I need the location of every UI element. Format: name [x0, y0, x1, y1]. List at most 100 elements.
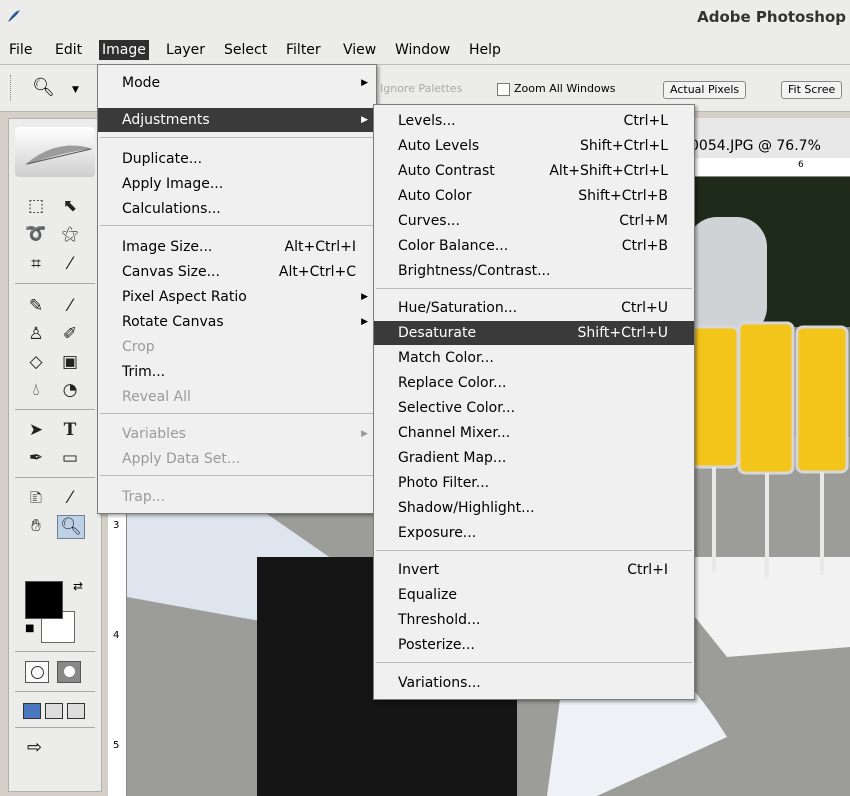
toolbox: ⬚ ⬉ ➰ ⚝ ⌗ ⁄ ✎ ⁄ ♙ ✐ ◇ ▣ 💧︎ ◔ ➤ T ✒ ▭ 🗈 ⁄… [8, 118, 102, 792]
menu-item-pixel-aspect-ratio[interactable]: Pixel Aspect Ratio ▶ [98, 285, 376, 309]
swap-colors-icon[interactable]: ⇄ [73, 579, 83, 593]
ruler-mark: 4 [113, 630, 120, 641]
menu-select[interactable]: Select [221, 40, 270, 60]
menu-item-duplicate[interactable]: Duplicate... [98, 147, 376, 171]
notes-tool-icon[interactable]: 🗈 [23, 487, 49, 509]
crop-tool-icon[interactable]: ⌗ [23, 253, 49, 275]
submenu-arrow-icon: ▶ [361, 317, 368, 327]
clone-stamp-tool-icon[interactable]: ♙ [23, 323, 49, 345]
feather-logo-icon [25, 145, 93, 165]
zoom-tool-preset-icon[interactable]: 🔍︎ [32, 77, 55, 98]
full-screen-mode-icon[interactable] [67, 703, 85, 719]
menu-item-desaturate[interactable]: Desaturate Shift+Ctrl+U [374, 321, 694, 345]
menu-edit[interactable]: Edit [52, 40, 85, 60]
adjustments-submenu: Levels... Ctrl+L Auto Levels Shift+Ctrl+L … [373, 104, 695, 700]
title-bar: Adobe Photoshop [0, 0, 850, 34]
ignore-palettes-label: Ignore Palettes [380, 82, 463, 95]
menu-separator [376, 662, 692, 663]
menu-item-variations[interactable]: Variations... [374, 671, 694, 695]
menu-separator [100, 225, 374, 226]
jump-to-imageready-icon[interactable]: ⇨ [27, 737, 42, 758]
fit-screen-button[interactable]: Fit Scree [781, 81, 843, 99]
menu-item-gradient-map[interactable]: Gradient Map... [374, 446, 694, 470]
ruler-mark: 6 [798, 160, 804, 170]
blur-tool-icon[interactable]: 💧︎ [23, 379, 49, 401]
menu-item-shadow-highlight[interactable]: Shadow/Highlight... [374, 496, 694, 520]
tool-separator [15, 727, 95, 728]
menu-item-invert[interactable]: Invert Ctrl+I [374, 558, 694, 582]
menu-item-hue-saturation[interactable]: Hue/Saturation... Ctrl+U [374, 296, 694, 320]
menu-item-threshold[interactable]: Threshold... [374, 608, 694, 632]
menu-file[interactable]: File [6, 40, 35, 60]
menu-item-auto-contrast[interactable]: Auto Contrast Alt+Shift+Ctrl+L [374, 159, 694, 183]
brush-tool-icon[interactable]: ⁄ [57, 295, 83, 317]
menu-item-posterize[interactable]: Posterize... [374, 633, 694, 657]
menu-item-apply-image[interactable]: Apply Image... [98, 172, 376, 196]
healing-brush-tool-icon[interactable]: ✎ [23, 295, 49, 317]
standard-screen-mode-icon[interactable] [23, 703, 41, 719]
menu-item-photo-filter[interactable]: Photo Filter... [374, 471, 694, 495]
menu-item-replace-color[interactable]: Replace Color... [374, 371, 694, 395]
zoom-all-windows-checkbox[interactable] [497, 83, 510, 96]
preset-dropdown-arrow-icon[interactable]: ▼ [72, 85, 79, 95]
pen-tool-icon[interactable]: ✒ [23, 447, 49, 469]
menu-help[interactable]: Help [466, 40, 504, 60]
quick-mask-mode-icon[interactable] [57, 661, 81, 683]
slice-tool-icon[interactable]: ⁄ [57, 253, 83, 275]
actual-pixels-button[interactable]: Actual Pixels [663, 81, 747, 99]
menu-view[interactable]: View [340, 40, 379, 60]
menu-item-equalize[interactable]: Equalize [374, 583, 694, 607]
menu-layer[interactable]: Layer [163, 40, 208, 60]
menu-item-exposure[interactable]: Exposure... [374, 521, 694, 545]
menu-window[interactable]: Window [392, 40, 453, 60]
zoom-all-windows-label: Zoom All Windows [514, 82, 616, 95]
shape-tool-icon[interactable]: ▭ [57, 447, 83, 469]
move-tool-icon[interactable]: ⬉ [57, 195, 83, 217]
magic-wand-tool-icon[interactable]: ⚝ [57, 223, 83, 245]
tool-separator [15, 283, 95, 284]
menu-item-canvas-size[interactable]: Canvas Size... Alt+Ctrl+C [98, 260, 376, 284]
menu-item-calculations[interactable]: Calculations... [98, 197, 376, 221]
standard-mode-icon[interactable] [25, 661, 49, 683]
menu-item-auto-levels[interactable]: Auto Levels Shift+Ctrl+L [374, 134, 694, 158]
zoom-tool-icon[interactable]: 🔍︎ [57, 515, 85, 539]
menu-item-image-size[interactable]: Image Size... Alt+Ctrl+I [98, 235, 376, 259]
history-brush-tool-icon[interactable]: ✐ [57, 323, 83, 345]
marquee-tool-icon[interactable]: ⬚ [23, 195, 49, 217]
foreground-color-swatch[interactable] [25, 581, 63, 619]
menu-item-color-balance[interactable]: Color Balance... Ctrl+B [374, 234, 694, 258]
menu-item-channel-mixer[interactable]: Channel Mixer... [374, 421, 694, 445]
menu-item-levels[interactable]: Levels... Ctrl+L [374, 109, 694, 133]
menu-item-match-color[interactable]: Match Color... [374, 346, 694, 370]
path-selection-tool-icon[interactable]: ➤ [23, 419, 49, 441]
menu-filter[interactable]: Filter [283, 40, 324, 60]
gradient-tool-icon[interactable]: ▣ [57, 351, 83, 373]
menu-item-selective-color[interactable]: Selective Color... [374, 396, 694, 420]
type-tool-icon[interactable]: T [57, 419, 83, 441]
submenu-arrow-icon: ▶ [361, 429, 368, 439]
menu-item-adjustments[interactable]: Adjustments ▶ [98, 108, 376, 132]
default-colors-icon[interactable]: ■ [25, 623, 34, 634]
lasso-tool-icon[interactable]: ➰ [23, 223, 49, 245]
eyedropper-tool-icon[interactable]: ⁄ [57, 487, 83, 509]
eraser-tool-icon[interactable]: ◇ [23, 351, 49, 373]
tool-separator [15, 691, 95, 692]
menu-item-curves[interactable]: Curves... Ctrl+M [374, 209, 694, 233]
menu-separator [376, 550, 692, 551]
menu-item-variables: Variables ▶ [98, 422, 376, 446]
tool-separator [15, 477, 95, 478]
menu-item-brightness-contrast[interactable]: Brightness/Contrast... [374, 259, 694, 283]
full-screen-menu-mode-icon[interactable] [45, 703, 63, 719]
options-grip[interactable] [10, 75, 13, 101]
submenu-arrow-icon: ▶ [361, 292, 368, 302]
menu-item-auto-color[interactable]: Auto Color Shift+Ctrl+B [374, 184, 694, 208]
photoshop-feather-icon [8, 10, 20, 22]
hand-tool-icon[interactable]: ✋︎ [23, 515, 49, 537]
menu-item-rotate-canvas[interactable]: Rotate Canvas ▶ [98, 310, 376, 334]
menu-item-trim[interactable]: Trim... [98, 360, 376, 384]
dodge-tool-icon[interactable]: ◔ [57, 379, 83, 401]
menu-image[interactable]: Image [99, 40, 149, 60]
ruler-mark: 3 [113, 520, 120, 531]
menu-item-mode[interactable]: Mode ▶ [98, 71, 376, 95]
menu-item-reveal-all: Reveal All [122, 389, 191, 405]
